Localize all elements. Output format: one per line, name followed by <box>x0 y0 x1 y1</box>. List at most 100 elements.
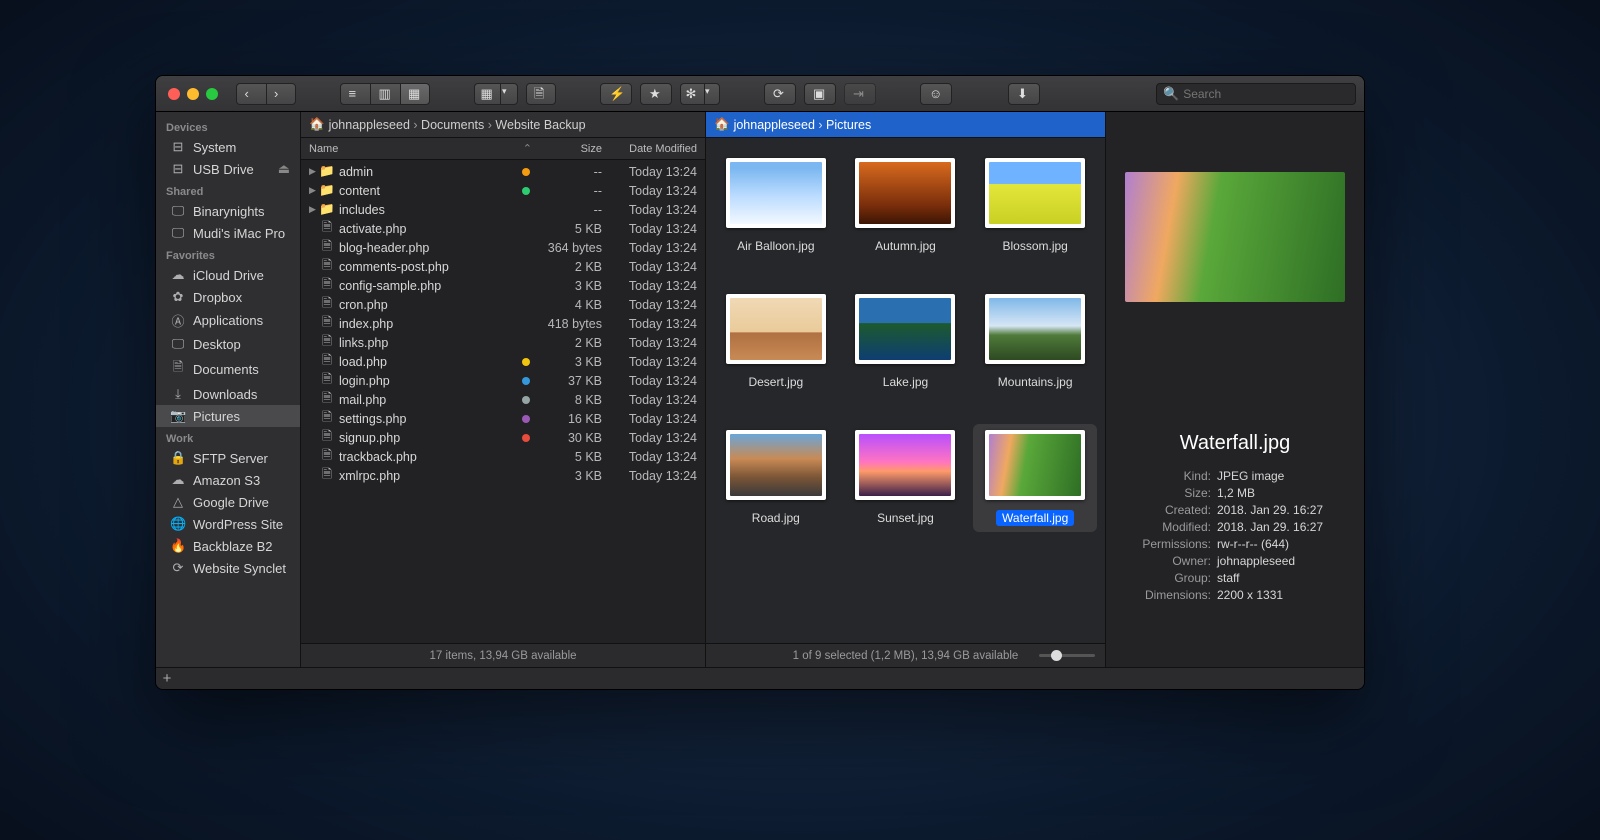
file-row[interactable]: 🗎xmlrpc.php3 KBToday 13:24 <box>301 466 705 485</box>
file-name: login.php <box>335 374 522 388</box>
icon-view-button[interactable]: ▦ <box>400 83 430 105</box>
file-name: blog-header.php <box>335 241 522 255</box>
sidebar-item[interactable]: ⤓Downloads <box>156 383 300 405</box>
icon-item[interactable]: Mountains.jpg <box>973 288 1097 396</box>
group-by-button[interactable]: ▦ <box>474 83 500 105</box>
file-row[interactable]: 🗎login.php37 KBToday 13:24 <box>301 371 705 390</box>
col-name[interactable]: Name ⌃ <box>309 142 532 155</box>
col-size[interactable]: Size <box>532 143 602 155</box>
column-view-button[interactable]: ▥ <box>370 83 400 105</box>
new-file-button[interactable]: 🗎 <box>526 83 556 105</box>
home-icon: 🏠 <box>714 117 730 132</box>
col-date[interactable]: Date Modified <box>602 143 697 155</box>
file-row[interactable]: ▶📁content--Today 13:24 <box>301 181 705 200</box>
file-row[interactable]: 🗎blog-header.php364 bytesToday 13:24 <box>301 238 705 257</box>
close-window-button[interactable] <box>168 88 180 100</box>
file-row[interactable]: 🗎settings.php16 KBToday 13:24 <box>301 409 705 428</box>
sidebar-item-label: SFTP Server <box>193 451 268 466</box>
file-size: 30 KB <box>532 431 602 445</box>
file-icon: 🗎 <box>319 370 335 391</box>
file-row[interactable]: 🗎comments-post.php2 KBToday 13:24 <box>301 257 705 276</box>
file-row[interactable]: 🗎links.php2 KBToday 13:24 <box>301 333 705 352</box>
file-row[interactable]: 🗎signup.php30 KBToday 13:24 <box>301 428 705 447</box>
path-segment[interactable]: johnappleseed <box>734 118 815 132</box>
sidebar-item[interactable]: 🔒SFTP Server <box>156 447 300 469</box>
desktop-icon: 🖵 <box>170 336 186 352</box>
icon-item[interactable]: Road.jpg <box>714 424 838 532</box>
preview-image <box>1125 172 1345 302</box>
apps-icon: Ⓐ <box>170 311 186 330</box>
flame-icon: 🔥 <box>170 538 186 554</box>
file-row[interactable]: 🗎activate.php5 KBToday 13:24 <box>301 219 705 238</box>
file-date: Today 13:24 <box>602 355 697 369</box>
path-segment[interactable]: Website Backup <box>495 118 585 132</box>
sidebar-item[interactable]: ✿Dropbox <box>156 286 300 308</box>
file-row[interactable]: 🗎cron.php4 KBToday 13:24 <box>301 295 705 314</box>
file-row[interactable]: 🗎mail.php8 KBToday 13:24 <box>301 390 705 409</box>
zoom-window-button[interactable] <box>206 88 218 100</box>
file-row[interactable]: 🗎trackback.php5 KBToday 13:24 <box>301 447 705 466</box>
file-size: 3 KB <box>532 469 602 483</box>
sidebar-item[interactable]: 🖵Mudi's iMac Pro <box>156 222 300 244</box>
terminal-button[interactable]: ▣ <box>804 83 836 105</box>
list-view-button[interactable]: ≡ <box>340 83 370 105</box>
path-segment[interactable]: johnappleseed <box>329 118 410 132</box>
file-icon: 🗎 <box>319 446 335 467</box>
file-row[interactable]: 🗎load.php3 KBToday 13:24 <box>301 352 705 371</box>
info-value: JPEG image <box>1217 469 1345 483</box>
sidebar-item[interactable]: 🔥Backblaze B2 <box>156 535 300 557</box>
sidebar-item-label: iCloud Drive <box>193 268 264 283</box>
file-row[interactable]: 🗎config-sample.php3 KBToday 13:24 <box>301 276 705 295</box>
path-segment[interactable]: Pictures <box>826 118 871 132</box>
icon-item[interactable]: Autumn.jpg <box>844 152 968 260</box>
path-segment[interactable]: Documents <box>421 118 484 132</box>
icon-item[interactable]: Air Balloon.jpg <box>714 152 838 260</box>
sidebar-item[interactable]: ⟳Website Synclet <box>156 557 300 579</box>
group-by-menu-button[interactable]: ▾ <box>500 83 518 105</box>
left-pathbar[interactable]: 🏠 johnappleseed › Documents › Website Ba… <box>301 112 705 138</box>
eject-icon[interactable]: ⏏ <box>278 161 290 177</box>
sidebar-item[interactable]: ☁iCloud Drive <box>156 264 300 286</box>
sync-button[interactable]: ⟳ <box>764 83 796 105</box>
favorites-button[interactable]: ★ <box>640 83 672 105</box>
icon-item[interactable]: Waterfall.jpg <box>973 424 1097 532</box>
sidebar-item[interactable]: 🌐WordPress Site <box>156 513 300 535</box>
icon-item[interactable]: Blossom.jpg <box>973 152 1097 260</box>
file-name: cron.php <box>335 298 522 312</box>
actions-menu-chevron[interactable]: ▾ <box>704 83 720 105</box>
thumbnail <box>726 158 826 228</box>
file-row[interactable]: ▶📁includes--Today 13:24 <box>301 200 705 219</box>
sidebar-item[interactable]: 🖵Binarynights <box>156 200 300 222</box>
forward-button[interactable]: › <box>266 83 296 105</box>
sidebar-item[interactable]: 🖵Desktop <box>156 333 300 355</box>
icon-item[interactable]: Lake.jpg <box>844 288 968 396</box>
actions-menu-button[interactable]: ✻ <box>680 83 704 105</box>
add-source-button[interactable]: + <box>156 670 178 687</box>
info-value: staff <box>1217 571 1345 585</box>
zoom-slider[interactable] <box>1039 654 1095 657</box>
file-row[interactable]: 🗎index.php418 bytesToday 13:24 <box>301 314 705 333</box>
sidebar-item[interactable]: ⒶApplications <box>156 308 300 333</box>
back-button[interactable]: ‹ <box>236 83 266 105</box>
quick-open-button[interactable]: ⚡ <box>600 83 632 105</box>
minimize-window-button[interactable] <box>187 88 199 100</box>
sidebar-item[interactable]: ⊟System <box>156 136 300 158</box>
search-input[interactable] <box>1183 87 1349 101</box>
screen-icon: 🖵 <box>170 225 186 241</box>
activity-button[interactable]: ⬇ <box>1008 83 1040 105</box>
icon-item[interactable]: Desert.jpg <box>714 288 838 396</box>
thumbnail <box>726 294 826 364</box>
emoji-button[interactable]: ☺ <box>920 83 952 105</box>
sidebar-item[interactable]: 📷Pictures <box>156 405 300 427</box>
sidebar-item[interactable]: 🗎Documents <box>156 355 300 383</box>
file-list: ▶📁admin--Today 13:24▶📁content--Today 13:… <box>301 160 705 643</box>
file-name: load.php <box>335 355 522 369</box>
info-value: 1,2 MB <box>1217 486 1345 500</box>
file-row[interactable]: ▶📁admin--Today 13:24 <box>301 162 705 181</box>
mid-pathbar[interactable]: 🏠 johnappleseed › Pictures <box>706 112 1105 138</box>
sidebar-item[interactable]: ⊟USB Drive⏏ <box>156 158 300 180</box>
icon-item[interactable]: Sunset.jpg <box>844 424 968 532</box>
sidebar-item[interactable]: △Google Drive <box>156 491 300 513</box>
sidebar-item[interactable]: ☁Amazon S3 <box>156 469 300 491</box>
mid-status: 1 of 9 selected (1,2 MB), 13,94 GB avail… <box>706 643 1105 667</box>
